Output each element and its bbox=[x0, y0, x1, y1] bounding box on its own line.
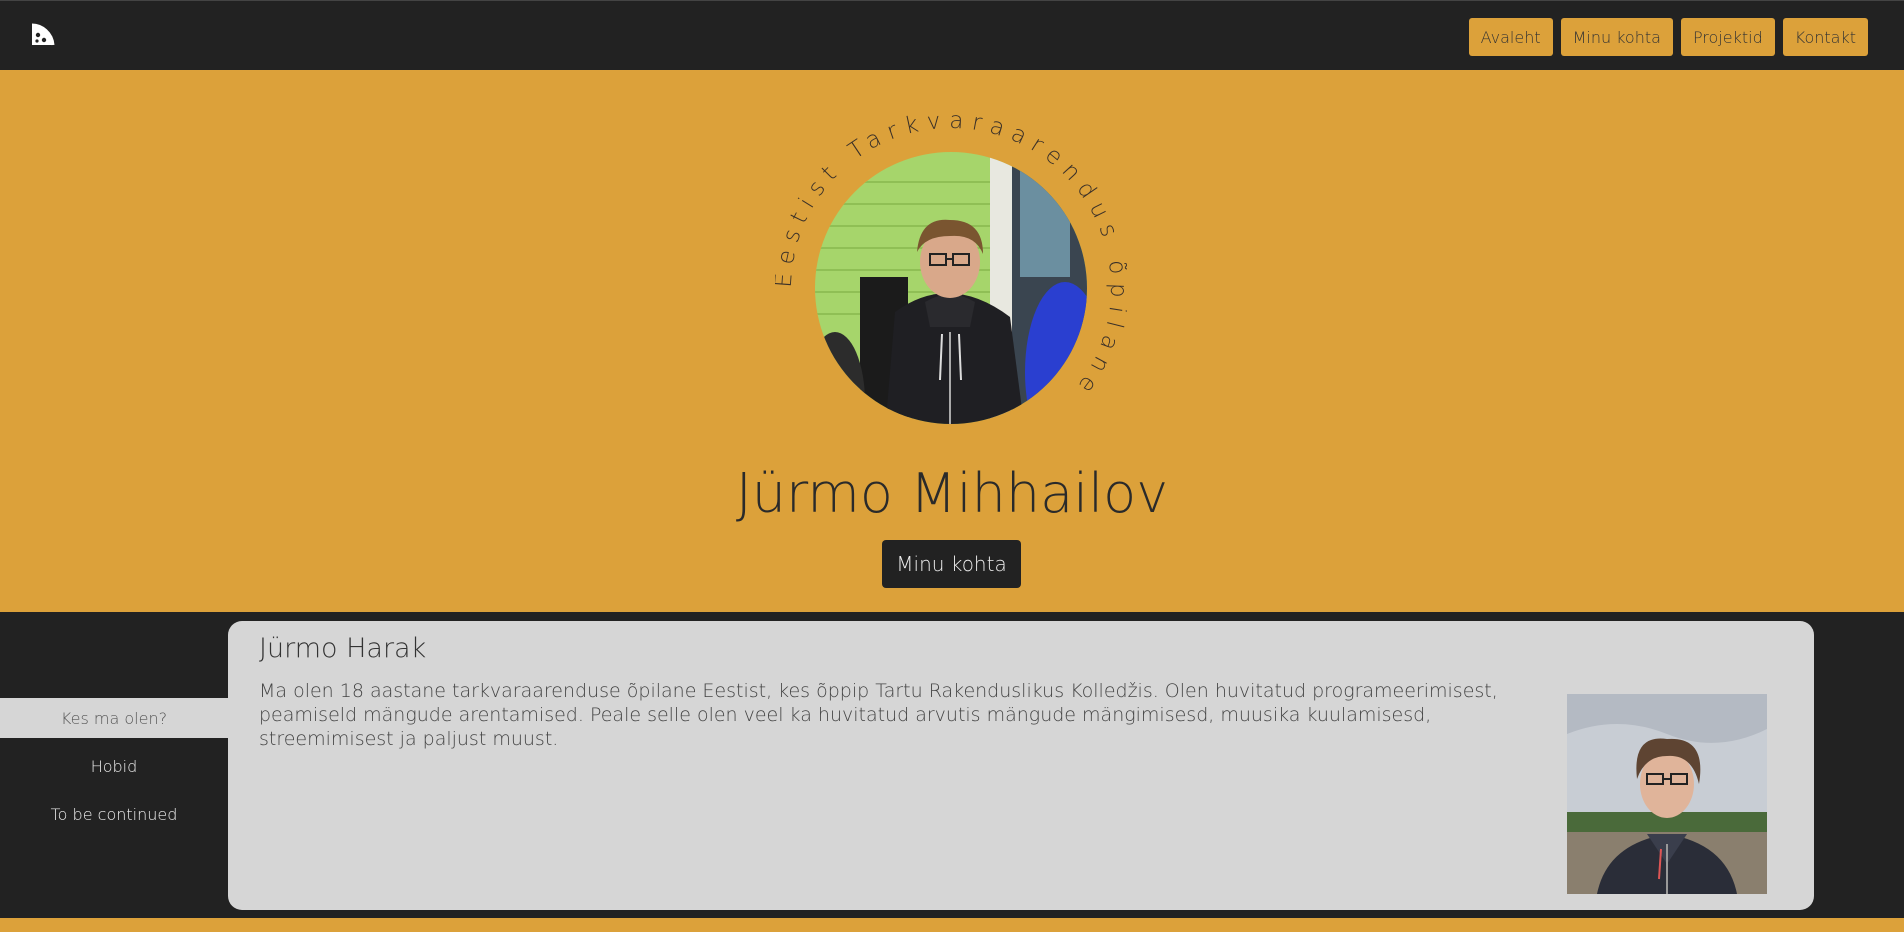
pizza-slice-icon[interactable] bbox=[28, 21, 58, 51]
card-title: Jürmo Harak bbox=[259, 633, 427, 664]
profile-photo bbox=[815, 152, 1087, 424]
bottom-strip bbox=[0, 918, 1904, 932]
profile-photo-circle: Eestist Tarkvaraarendus õpilane bbox=[771, 108, 1123, 424]
hero-minu-kohta-button[interactable]: Minu kohta bbox=[882, 540, 1021, 588]
nav-avaleht-button[interactable]: Avaleht bbox=[1468, 18, 1553, 56]
nav-minu-kohta-button[interactable]: Minu kohta bbox=[1560, 18, 1673, 56]
content-card: Jürmo Harak Ma olen 18 aastane tarkvaraa… bbox=[228, 621, 1814, 910]
profile-ring: Eestist Tarkvaraarendus õpilane bbox=[771, 108, 1127, 464]
nav-projektid-button[interactable]: Projektid bbox=[1680, 18, 1775, 56]
sidebar-item-to-be-continued[interactable]: To be continued bbox=[0, 794, 228, 834]
sidebar: Kes ma olen? Hobid To be continued bbox=[0, 612, 228, 920]
hero-title: Jürmo Mihhailov bbox=[735, 462, 1169, 525]
portrait-photo bbox=[1567, 694, 1767, 894]
navbar: Avaleht Minu kohta Projektid Kontakt bbox=[0, 0, 1904, 70]
card-text: Ma olen 18 aastane tarkvaraarenduse õpil… bbox=[259, 680, 1498, 750]
hero-section: Eestist Tarkvaraarendus õpilane Jürmo Mi… bbox=[0, 70, 1904, 612]
sidebar-item-hobid[interactable]: Hobid bbox=[0, 746, 228, 786]
nav-links: Avaleht Minu kohta Projektid Kontakt bbox=[1468, 18, 1868, 56]
sidebar-item-kes-ma-olen[interactable]: Kes ma olen? bbox=[0, 698, 228, 738]
nav-kontakt-button[interactable]: Kontakt bbox=[1782, 18, 1868, 56]
